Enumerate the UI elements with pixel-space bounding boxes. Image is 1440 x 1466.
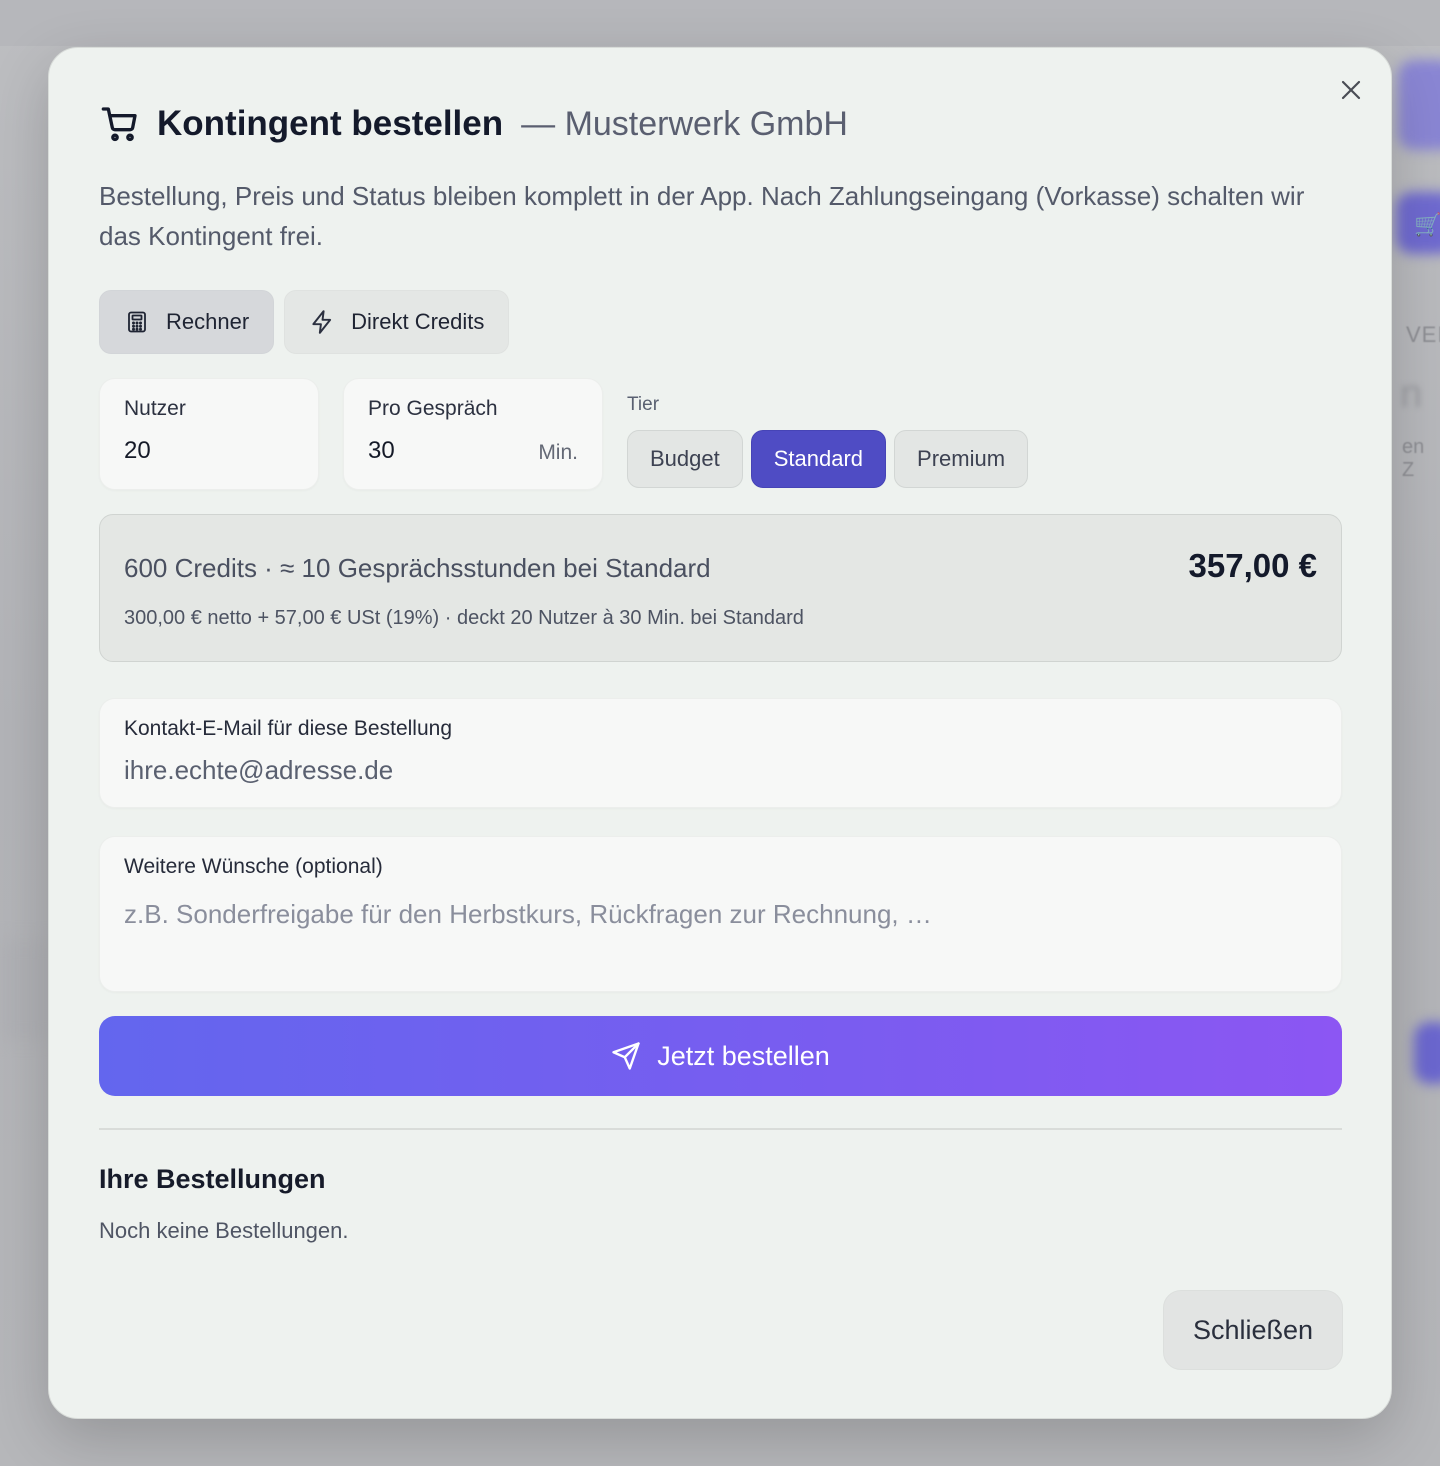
- dialog-title: Kontingent bestellen: [157, 104, 504, 143]
- dialog-subtitle: — Musterwerk GmbH: [521, 104, 848, 143]
- notes-label: Weitere Wünsche (optional): [124, 855, 383, 878]
- price-breakdown: 300,00 € netto + 57,00 € USt (19%) · dec…: [124, 607, 804, 629]
- tier-label: Tier: [627, 394, 660, 415]
- orders-empty-state: Noch keine Bestellungen.: [99, 1218, 349, 1243]
- tab-label: Rechner: [166, 309, 250, 334]
- calculator-icon: [124, 309, 150, 335]
- tab-label: Direkt Credits: [351, 309, 485, 334]
- per-call-unit: Min.: [538, 441, 578, 464]
- total-price: 357,00 €: [1188, 547, 1317, 584]
- send-icon: [612, 1042, 640, 1070]
- users-field[interactable]: Nutzer 20: [99, 378, 319, 490]
- dialog-description: Bestellung, Preis und Status bleiben kom…: [99, 181, 1305, 251]
- dialog-header: Kontingent bestellen — Musterwerk GmbH: [99, 102, 848, 146]
- price-summary: 600 Credits · ≈ 10 Gesprächsstunden bei …: [99, 514, 1342, 662]
- divider: [99, 1128, 1342, 1130]
- notes-field[interactable]: Weitere Wünsche (optional) z.B. Sonderfr…: [99, 836, 1342, 992]
- background-text: en Z: [1402, 436, 1425, 481]
- tier-budget-button[interactable]: Budget: [627, 430, 743, 488]
- lightning-icon: [309, 309, 335, 335]
- background-text: n: [1400, 372, 1423, 416]
- notes-textarea[interactable]: z.B. Sonderfreigabe für den Herbstkurs, …: [124, 899, 932, 930]
- orders-heading: Ihre Bestellungen: [99, 1164, 326, 1194]
- background-button: [1414, 1022, 1440, 1084]
- background-text: VEI: [1406, 322, 1440, 347]
- users-label: Nutzer: [124, 397, 186, 420]
- background-cart-icon: 🛒: [1414, 212, 1440, 237]
- background-button: [1398, 60, 1440, 150]
- order-now-button[interactable]: Jetzt bestellen: [99, 1016, 1342, 1096]
- mode-tabs: Rechner Direkt Credits: [99, 290, 510, 354]
- order-button-label: Jetzt bestellen: [657, 1040, 830, 1071]
- per-call-input[interactable]: 30: [368, 437, 395, 465]
- tier-premium-button[interactable]: Premium: [894, 430, 1029, 488]
- email-input[interactable]: ihre.echte@adresse.de: [124, 755, 393, 786]
- shopping-cart-icon: [99, 103, 141, 145]
- tab-rechner[interactable]: Rechner: [99, 290, 275, 354]
- close-icon[interactable]: [1335, 74, 1367, 106]
- tier-standard-button[interactable]: Standard: [750, 430, 887, 488]
- order-dialog: Kontingent bestellen — Musterwerk GmbH B…: [48, 47, 1392, 1419]
- close-button[interactable]: Schließen: [1163, 1290, 1343, 1370]
- users-input[interactable]: 20: [124, 437, 151, 465]
- tab-direkt-credits[interactable]: Direkt Credits: [284, 290, 510, 354]
- background-header: [0, 0, 1440, 46]
- per-call-label: Pro Gespräch: [368, 397, 498, 420]
- per-call-field[interactable]: Pro Gespräch 30 Min.: [343, 378, 603, 490]
- tier-selector: Budget Standard Premium: [627, 430, 1029, 488]
- credits-summary: 600 Credits · ≈ 10 Gesprächsstunden bei …: [124, 553, 711, 583]
- background-panel: [0, 940, 48, 1040]
- email-field[interactable]: Kontakt-E-Mail für diese Bestellung ihre…: [99, 698, 1342, 808]
- email-label: Kontakt-E-Mail für diese Bestellung: [124, 717, 452, 740]
